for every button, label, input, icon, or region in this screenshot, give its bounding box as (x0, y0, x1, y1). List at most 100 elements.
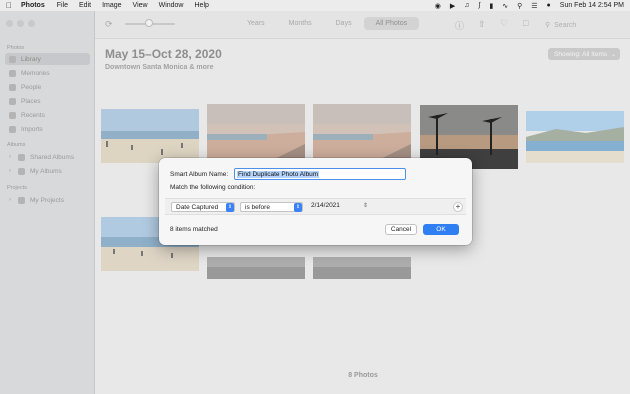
condition-field-select[interactable]: Date Captured ⇕ (171, 202, 235, 212)
photo-thumbnail[interactable] (313, 257, 411, 279)
beach-photo-image (101, 109, 199, 163)
ok-button[interactable]: OK (423, 224, 459, 235)
share-icon[interactable]: ⇧ (478, 19, 486, 30)
sidebar-item-label: Places (21, 97, 41, 105)
sidebar-item-label: Recents (21, 111, 45, 119)
volume-icon[interactable]: ♫ (464, 2, 469, 9)
add-condition-button[interactable]: + (453, 202, 463, 212)
disclosure-chevron-icon[interactable]: › (9, 168, 13, 174)
smart-album-name-label: Smart Album Name: (170, 171, 229, 178)
popup-arrows-icon: ⇕ (294, 203, 302, 212)
memories-icon (9, 69, 16, 77)
sidebar: Photos Library Memories People Places Re… (0, 11, 95, 394)
window-controls (6, 20, 35, 27)
minimize-window-button[interactable] (17, 20, 24, 27)
search-field[interactable]: ⚲ Search (545, 19, 625, 31)
items-matched-text: 8 items matched (170, 226, 218, 233)
match-condition-label: Match the following condition: (170, 184, 256, 191)
pier-duplicate-photo-image (313, 257, 411, 279)
disclosure-chevron-icon[interactable]: › (9, 197, 13, 203)
menu-bar:  Photos File Edit Image View Window Hel… (0, 0, 630, 11)
zoom-window-button[interactable] (28, 20, 35, 27)
disclosure-chevron-icon[interactable]: › (9, 154, 13, 160)
rotate-icon[interactable]: ⟳ (105, 19, 113, 30)
tab-years[interactable]: Years (235, 17, 277, 30)
people-icon (9, 83, 16, 91)
sidebar-item-people[interactable]: People (5, 81, 90, 93)
pier-photo-image (207, 257, 305, 279)
photo-thumbnail[interactable] (101, 109, 199, 163)
sidebar-item-label: People (21, 83, 42, 91)
my-albums-icon (18, 167, 25, 175)
recents-icon (9, 111, 16, 119)
menu-view[interactable]: View (133, 2, 148, 9)
spotlight-icon[interactable]: ⚲ (517, 2, 522, 10)
condition-operator-select[interactable]: is before ⇕ (240, 202, 303, 212)
shared-albums-icon (18, 153, 25, 161)
sidebar-item-shared-albums[interactable]: › Shared Albums (5, 151, 90, 163)
sidebar-item-label: Memories (21, 69, 50, 77)
info-icon[interactable]: ⓘ (455, 19, 464, 32)
vpn-status-icon[interactable]: ◉ (435, 2, 441, 10)
view-segmented-control: Years Months Days All Photos (235, 17, 420, 30)
search-placeholder: Search (554, 21, 577, 29)
sidebar-item-memories[interactable]: Memories (5, 67, 90, 79)
coastline-photo-image (526, 111, 624, 163)
menu-window[interactable]: Window (159, 2, 184, 9)
date-stepper-icon[interactable]: ⇕ (363, 202, 368, 209)
sidebar-item-recents[interactable]: Recents (5, 109, 90, 121)
sidebar-item-label: Imports (21, 125, 43, 133)
page-title: May 15–Oct 28, 2020 (105, 47, 222, 61)
smart-album-name-value: Find Duplicate Photo Album (237, 170, 320, 178)
sidebar-section-photos: Photos (7, 45, 25, 51)
sidebar-item-my-projects[interactable]: › My Projects (5, 194, 90, 206)
menu-clock[interactable]: Sun Feb 14 2:54 PM (560, 2, 624, 9)
popup-arrows-icon: ⇕ (226, 203, 234, 212)
sidebar-item-my-albums[interactable]: › My Albums (5, 165, 90, 177)
apple-menu-icon[interactable]:  (6, 1, 12, 10)
condition-operator-value: is before (245, 203, 270, 211)
sidebar-item-label: My Projects (30, 196, 64, 204)
my-projects-icon (18, 196, 25, 204)
sidebar-item-label: Shared Albums (30, 153, 75, 161)
condition-date-field[interactable]: 2/14/2021 (311, 202, 340, 209)
app-menu-photos[interactable]: Photos (21, 2, 45, 9)
chevron-down-icon: ⌄ (610, 51, 616, 58)
menu-edit[interactable]: Edit (79, 2, 91, 9)
zoom-slider-knob[interactable] (145, 19, 153, 27)
condition-row: Date Captured ⇕ is before ⇕ 2/14/2021 ⇕ … (165, 198, 466, 215)
bluetooth-icon[interactable]: ∫ (478, 2, 480, 9)
control-center-icon[interactable]: ☰ (531, 2, 537, 10)
photo-thumbnail[interactable] (207, 257, 305, 279)
cancel-button[interactable]: Cancel (385, 224, 417, 235)
sidebar-item-imports[interactable]: Imports (5, 123, 90, 135)
wifi-icon[interactable]: ∿ (502, 2, 508, 10)
imports-icon (9, 125, 16, 133)
siri-icon[interactable]: ● (547, 2, 551, 9)
photo-count: 8 Photos (348, 372, 378, 379)
menu-image[interactable]: Image (102, 2, 121, 9)
tab-days[interactable]: Days (324, 17, 364, 30)
sidebar-item-places[interactable]: Places (5, 95, 90, 107)
tab-all-photos[interactable]: All Photos (363, 17, 420, 30)
smart-album-dialog: Smart Album Name: Find Duplicate Photo A… (159, 158, 472, 245)
heart-icon[interactable]: ♡ (500, 18, 508, 29)
sidebar-item-label: Library (21, 55, 41, 63)
showing-filter-dropdown[interactable]: Showing: All Items ⌄ (548, 48, 620, 60)
media-icon[interactable]: ▶ (450, 2, 455, 10)
rotate-photo-icon[interactable]: □ (523, 18, 528, 28)
menu-file[interactable]: File (57, 2, 68, 9)
condition-field-value: Date Captured (176, 203, 219, 211)
places-icon (9, 97, 16, 105)
close-window-button[interactable] (6, 20, 13, 27)
tab-months[interactable]: Months (277, 17, 324, 30)
photo-thumbnail[interactable] (526, 111, 624, 163)
sidebar-section-albums: Albums (7, 142, 26, 148)
battery-icon[interactable]: ▮ (489, 2, 493, 10)
sidebar-section-projects: Projects (7, 185, 27, 191)
showing-filter-label: Showing: All Items (554, 50, 608, 58)
sidebar-item-library[interactable]: Library (5, 53, 90, 65)
smart-album-name-input[interactable]: Find Duplicate Photo Album (234, 168, 406, 180)
sidebar-item-label: My Albums (30, 167, 62, 175)
menu-help[interactable]: Help (195, 2, 209, 9)
